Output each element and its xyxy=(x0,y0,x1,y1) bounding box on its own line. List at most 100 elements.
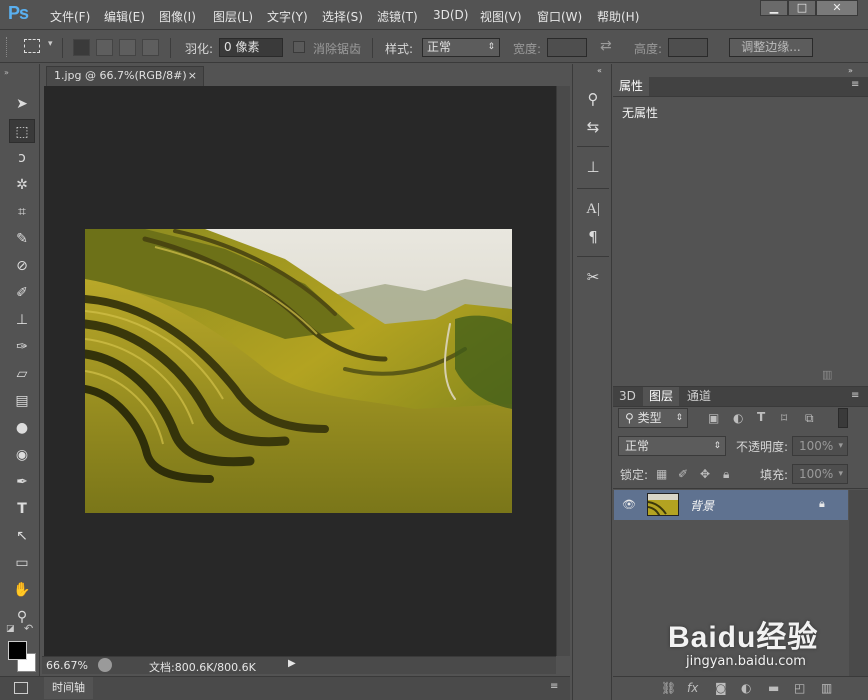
crop-icon[interactable]: ⌗ xyxy=(9,200,35,224)
lock-all-icon[interactable]: 🔒︎ xyxy=(723,467,729,482)
path-selection-icon[interactable]: ↖ xyxy=(9,524,35,548)
blend-mode-select[interactable]: 正常 ⇕ xyxy=(618,436,726,456)
menu-window[interactable]: 窗口(W) xyxy=(537,8,582,25)
filter-type-icon[interactable]: T xyxy=(757,410,765,424)
filter-adjustment-icon[interactable]: ◐ xyxy=(733,411,743,425)
antialias-checkbox[interactable] xyxy=(293,41,305,53)
minimize-button[interactable]: ▁ xyxy=(760,0,788,16)
style-select[interactable]: 正常 ⇕ xyxy=(422,38,500,57)
tab-layers[interactable]: 图层 xyxy=(643,387,680,406)
width-input[interactable] xyxy=(547,38,587,57)
tab-3d[interactable]: 3D xyxy=(613,387,642,406)
tools-panel: » ➤ ⬚ ↄ ✲ ⌗ ✎ ⊘ ✐ ⊥ ✑ ▱ ▤ ● ◉ ✒ T ↖ ▭ ✋ … xyxy=(0,64,40,700)
menu-layer[interactable]: 图层(L) xyxy=(213,8,253,25)
tool-presets-icon[interactable]: ✂ xyxy=(582,266,604,288)
tab-close-icon[interactable]: × xyxy=(188,67,197,85)
subtract-selection-icon[interactable] xyxy=(119,39,136,56)
timeline-tab[interactable]: 时间轴 xyxy=(44,677,93,699)
opacity-input[interactable]: 100% ▾ xyxy=(792,436,848,456)
eraser-icon[interactable]: ▱ xyxy=(9,362,35,386)
clone-source-icon[interactable]: ⊥ xyxy=(582,156,604,178)
status-menu-arrow-icon[interactable]: ▶ xyxy=(288,658,296,669)
tab-channels[interactable]: 通道 xyxy=(681,387,717,406)
vertical-scrollbar[interactable] xyxy=(556,86,570,656)
default-colors-icon[interactable]: ◪ xyxy=(6,624,15,634)
close-button[interactable]: ✕ xyxy=(816,0,858,16)
maximize-button[interactable]: □ xyxy=(788,0,816,16)
lock-transparency-icon[interactable]: ▦ xyxy=(656,467,667,481)
magic-wand-icon[interactable]: ✲ xyxy=(9,173,35,197)
add-selection-icon[interactable] xyxy=(96,39,113,56)
adjustment-layer-icon[interactable]: ◐ xyxy=(741,681,751,695)
options-grip[interactable] xyxy=(6,37,9,57)
menu-type[interactable]: 文字(Y) xyxy=(267,8,308,25)
foreground-color-swatch[interactable] xyxy=(8,641,27,660)
move-tool-icon[interactable]: ➤ xyxy=(9,92,35,116)
pen-icon[interactable]: ✒ xyxy=(9,470,35,494)
layer-filter-select[interactable]: ⚲ 类型 ⇕ xyxy=(618,408,688,428)
paragraph-icon[interactable]: ¶ xyxy=(582,226,604,248)
zoom-level[interactable]: 66.67% xyxy=(46,659,88,672)
feather-input[interactable]: 0 像素 xyxy=(219,38,283,57)
panel-menu-icon[interactable]: ≡ xyxy=(550,681,558,692)
fx-icon[interactable]: fx xyxy=(687,681,698,695)
link-layers-icon[interactable]: ⛓︎ xyxy=(661,681,676,695)
filter-pixel-icon[interactable]: ▣ xyxy=(708,411,719,425)
menu-3d[interactable]: 3D(D) xyxy=(433,8,468,22)
rectangular-marquee-icon[interactable]: ⬚ xyxy=(9,119,35,143)
menu-help[interactable]: 帮助(H) xyxy=(597,8,639,25)
menu-filter[interactable]: 滤镜(T) xyxy=(377,8,418,25)
trash-icon[interactable]: ▥ xyxy=(821,681,832,695)
marquee-preset-icon[interactable] xyxy=(24,39,40,53)
layer-name[interactable]: 背景 xyxy=(690,497,714,514)
swap-colors-icon[interactable]: ↶ xyxy=(24,622,33,635)
menu-select[interactable]: 选择(S) xyxy=(322,8,363,25)
healing-brush-icon[interactable]: ⊘ xyxy=(9,254,35,278)
collapse-arrows-icon[interactable]: » xyxy=(4,68,9,77)
rectangle-shape-icon[interactable]: ▭ xyxy=(9,551,35,575)
new-group-icon[interactable]: ▬ xyxy=(768,681,779,695)
tab-properties[interactable]: 属性 xyxy=(613,77,650,96)
height-input[interactable] xyxy=(668,38,708,57)
menu-image[interactable]: 图像(I) xyxy=(159,8,196,25)
status-info-icon[interactable] xyxy=(98,658,112,672)
refine-edge-button[interactable]: 调整边缘... xyxy=(729,38,813,57)
add-mask-icon[interactable]: ◙ xyxy=(715,681,727,695)
lock-position-icon[interactable]: ✥ xyxy=(700,467,710,481)
character-icon[interactable]: A| xyxy=(582,198,604,220)
menu-view[interactable]: 视图(V) xyxy=(480,8,522,25)
gradient-icon[interactable]: ▤ xyxy=(9,389,35,413)
blur-icon[interactable]: ● xyxy=(9,416,35,440)
preset-dropdown-arrow-icon[interactable]: ▾ xyxy=(48,39,53,49)
dodge-icon[interactable]: ◉ xyxy=(9,443,35,467)
clone-stamp-icon[interactable]: ⊥ xyxy=(9,308,35,332)
document-tab[interactable]: 1.jpg @ 66.7%(RGB/8#) × xyxy=(46,66,204,86)
lock-pixels-icon[interactable]: ✐ xyxy=(678,467,688,481)
filter-toggle[interactable] xyxy=(838,408,848,428)
panel-menu-icon[interactable]: ≡ xyxy=(851,79,859,90)
brush-icon[interactable]: ✐ xyxy=(9,281,35,305)
collapse-arrows-icon[interactable]: « xyxy=(597,66,602,75)
intersect-selection-icon[interactable] xyxy=(142,39,159,56)
brush-panel-icon[interactable]: ⇆ xyxy=(582,116,604,138)
lasso-icon[interactable]: ↄ xyxy=(9,146,35,170)
timeline-icon[interactable] xyxy=(14,682,28,694)
search-icon: ⚲ xyxy=(625,411,638,425)
fill-input[interactable]: 100% ▾ xyxy=(792,464,848,484)
swap-icon[interactable]: ⇄ xyxy=(600,38,612,54)
menu-file[interactable]: 文件(F) xyxy=(50,8,90,25)
hand-icon[interactable]: ✋ xyxy=(9,578,35,602)
panel-menu-icon[interactable]: ≡ xyxy=(851,390,859,401)
new-selection-icon[interactable] xyxy=(73,39,90,56)
eyedropper-icon[interactable]: ✎ xyxy=(9,227,35,251)
type-tool-icon[interactable]: T xyxy=(9,497,35,521)
menu-edit[interactable]: 编辑(E) xyxy=(104,8,145,25)
collapse-arrows-icon[interactable]: » xyxy=(848,66,853,75)
filter-shape-icon[interactable]: ⌑ xyxy=(781,411,787,425)
document-image[interactable] xyxy=(85,229,512,513)
new-layer-icon[interactable]: ◰ xyxy=(794,681,805,695)
history-brush-icon[interactable]: ✑ xyxy=(9,335,35,359)
filter-smart-object-icon[interactable]: ⧉ xyxy=(805,411,814,426)
brush-presets-icon[interactable]: ⚲ xyxy=(582,88,604,110)
eye-icon[interactable]: 👁︎ xyxy=(622,498,636,511)
